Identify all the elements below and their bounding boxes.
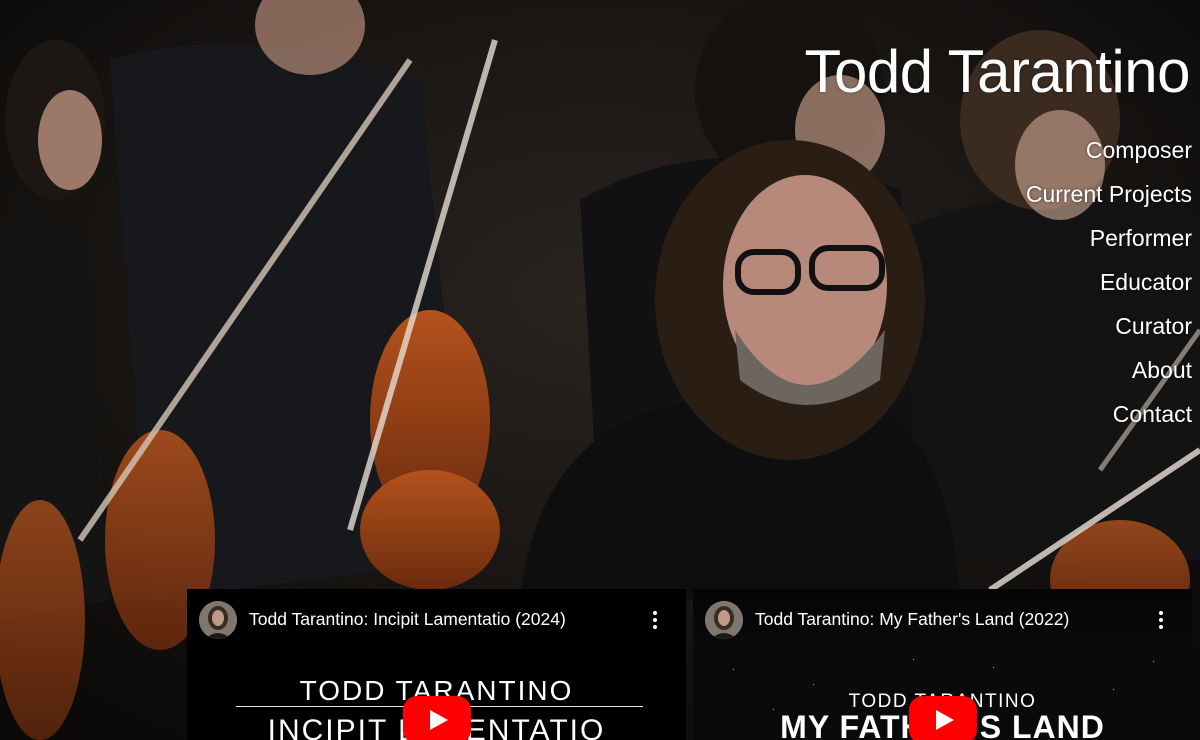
kebab-menu-icon[interactable]	[652, 611, 658, 631]
video-title[interactable]: Todd Tarantino: Incipit Lamentatio (2024…	[249, 609, 566, 630]
nav-item-performer[interactable]: Performer	[1090, 216, 1192, 260]
video-header: Todd Tarantino: Incipit Lamentatio (2024…	[187, 589, 686, 651]
channel-avatar[interactable]	[705, 601, 743, 639]
main-nav: Composer Current Projects Performer Educ…	[1026, 128, 1192, 436]
nav-item-about[interactable]: About	[1132, 348, 1192, 392]
nav-item-contact[interactable]: Contact	[1113, 392, 1192, 436]
nav-item-composer[interactable]: Composer	[1086, 128, 1192, 172]
nav-item-educator[interactable]: Educator	[1100, 260, 1192, 304]
video-embed-incipit-lamentatio[interactable]: TODD TARANTINO INCIPIT LAMENTATIO Todd T…	[187, 589, 686, 740]
nav-item-curator[interactable]: Curator	[1115, 304, 1192, 348]
channel-avatar[interactable]	[199, 601, 237, 639]
youtube-play-icon[interactable]	[403, 696, 471, 740]
video-embed-my-fathers-land[interactable]: TODD TARANTINO MY FATHER'S LAND Todd Tar…	[693, 589, 1192, 740]
youtube-play-icon[interactable]	[909, 696, 977, 740]
video-title[interactable]: Todd Tarantino: My Father's Land (2022)	[755, 609, 1069, 630]
kebab-menu-icon[interactable]	[1158, 611, 1164, 631]
nav-item-current-projects[interactable]: Current Projects	[1026, 172, 1192, 216]
site-title[interactable]: Todd Tarantino	[804, 42, 1190, 102]
video-header: Todd Tarantino: My Father's Land (2022)	[693, 589, 1192, 651]
